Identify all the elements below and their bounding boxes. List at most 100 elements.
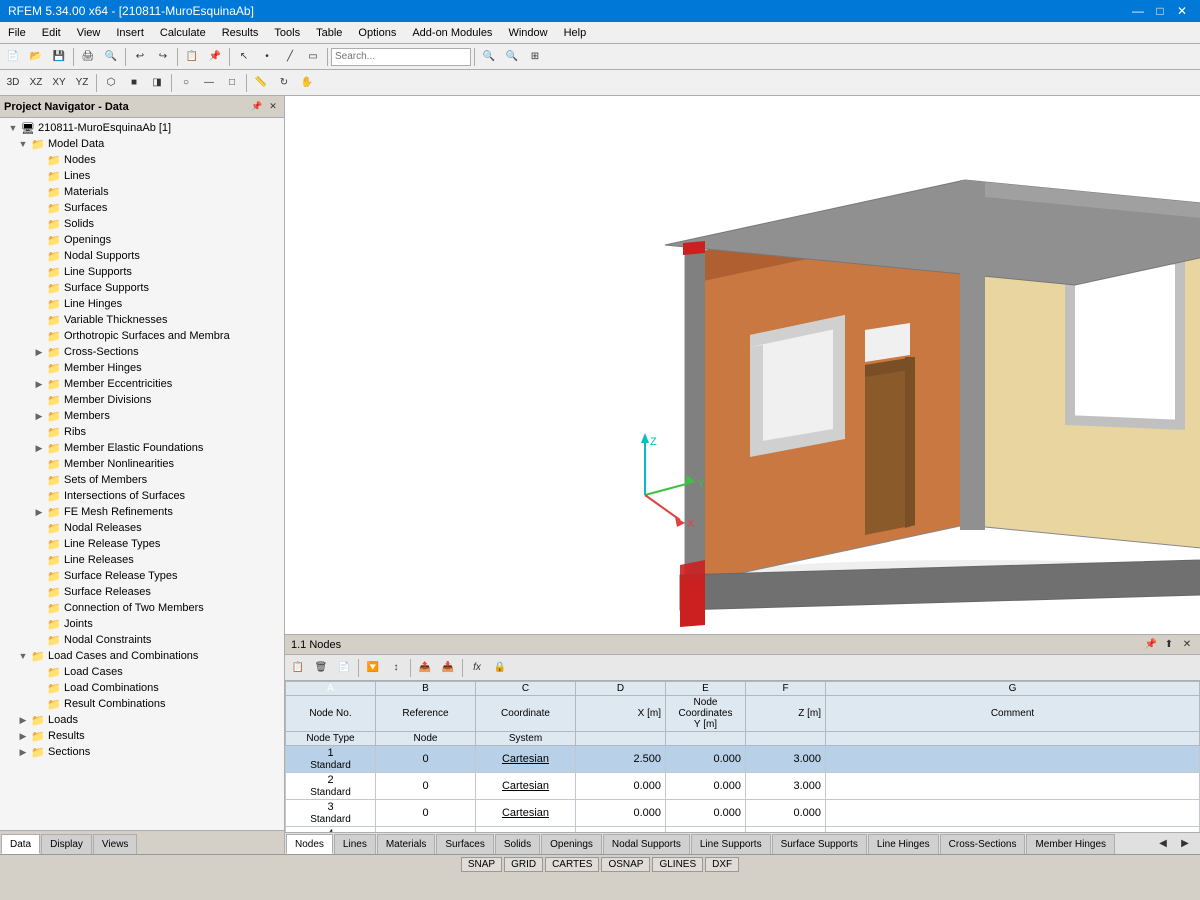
tab-solids[interactable]: Solids [495, 834, 540, 854]
model-data-toggle[interactable]: ▼ [16, 137, 30, 151]
maximize-button[interactable]: □ [1150, 2, 1170, 20]
new-btn[interactable]: 📄 [2, 46, 24, 68]
tree-surface-releases[interactable]: 📁 Surface Releases [0, 584, 284, 600]
tree-loads[interactable]: ▶ 📁 Loads [0, 712, 284, 728]
tree-sets-members[interactable]: 📁 Sets of Members [0, 472, 284, 488]
search-input[interactable] [331, 48, 471, 66]
line-btn[interactable]: ╱ [279, 46, 301, 68]
redo-btn[interactable]: ↪ [152, 46, 174, 68]
line-vis-btn[interactable]: — [198, 72, 220, 94]
tab-views[interactable]: Views [93, 834, 138, 854]
table-row[interactable]: 3Standard 0 Cartesian 0.000 0.000 0.000 [286, 800, 1200, 827]
loads-toggle[interactable]: ▶ [16, 713, 30, 727]
panel-close-btn[interactable]: ✕ [266, 100, 280, 114]
load-cases-toggle[interactable]: ▼ [16, 649, 30, 663]
tree-root[interactable]: ▼ 🖥 210811-MuroEsquinaAb [1] [0, 120, 284, 136]
table-row[interactable]: 2Standard 0 Cartesian 0.000 0.000 3.000 [286, 773, 1200, 800]
tree-members[interactable]: ▶ 📁 Members [0, 408, 284, 424]
tree-materials[interactable]: 📁 Materials [0, 184, 284, 200]
select-btn[interactable]: ↖ [233, 46, 255, 68]
tree-fe-mesh[interactable]: ▶ 📁 FE Mesh Refinements [0, 504, 284, 520]
tree-ribs[interactable]: 📁 Ribs [0, 424, 284, 440]
paste-btn[interactable]: 📌 [204, 46, 226, 68]
member-ecc-toggle[interactable]: ▶ [32, 377, 46, 391]
tree-line-supports[interactable]: 📁 Line Supports [0, 264, 284, 280]
status-grid[interactable]: GRID [504, 857, 543, 872]
minimize-button[interactable]: — [1128, 2, 1148, 20]
tree-load-cases[interactable]: 📁 Load Cases [0, 664, 284, 680]
menu-view[interactable]: View [69, 22, 109, 43]
status-cartes[interactable]: CARTES [545, 857, 599, 872]
tab-line-hinges[interactable]: Line Hinges [868, 834, 939, 854]
tree-member-elastic[interactable]: ▶ 📁 Member Elastic Foundations [0, 440, 284, 456]
tree-connection-two-members[interactable]: 📁 Connection of Two Members [0, 600, 284, 616]
rotate-btn[interactable]: ↻ [273, 72, 295, 94]
table-fx[interactable]: fx [466, 657, 488, 679]
table-lock[interactable]: 🔒 [489, 657, 511, 679]
status-dxf[interactable]: DXF [705, 857, 739, 872]
menu-edit[interactable]: Edit [34, 22, 69, 43]
tree-line-release-types[interactable]: 📁 Line Release Types [0, 536, 284, 552]
node-btn[interactable]: • [256, 46, 278, 68]
node-vis-btn[interactable]: ○ [175, 72, 197, 94]
tab-display[interactable]: Display [41, 834, 92, 854]
menu-calculate[interactable]: Calculate [152, 22, 214, 43]
tab-cross-sections[interactable]: Cross-Sections [940, 834, 1026, 854]
tree-line-hinges[interactable]: 📁 Line Hinges [0, 296, 284, 312]
table-row[interactable]: 1Standard 0 Cartesian 2.500 0.000 3.000 [286, 746, 1200, 773]
tree-nodal-releases[interactable]: 📁 Nodal Releases [0, 520, 284, 536]
table-sort[interactable]: ↕ [385, 657, 407, 679]
status-snap[interactable]: SNAP [461, 857, 502, 872]
view-xy-btn[interactable]: XY [48, 72, 70, 94]
tree-nodes[interactable]: 📁 Nodes [0, 152, 284, 168]
tree-line-releases[interactable]: 📁 Line Releases [0, 552, 284, 568]
tree-nodal-supports[interactable]: 📁 Nodal Supports [0, 248, 284, 264]
tree-surface-release-types[interactable]: 📁 Surface Release Types [0, 568, 284, 584]
tree-joints[interactable]: 📁 Joints [0, 616, 284, 632]
member-elastic-toggle[interactable]: ▶ [32, 441, 46, 455]
view-xz-btn[interactable]: XZ [25, 72, 47, 94]
tab-surfaces[interactable]: Surfaces [436, 834, 493, 854]
tab-surface-supports[interactable]: Surface Supports [772, 834, 867, 854]
pan-btn[interactable]: ✋ [296, 72, 318, 94]
tree-variable-thicknesses[interactable]: 📁 Variable Thicknesses [0, 312, 284, 328]
panel-pin-btn[interactable]: 📌 [250, 100, 264, 114]
tab-lines[interactable]: Lines [334, 834, 376, 854]
table-close-btn[interactable]: ✕ [1180, 638, 1194, 652]
menu-addons[interactable]: Add-on Modules [404, 22, 500, 43]
wire-btn[interactable]: ⬡ [100, 72, 122, 94]
tree-openings[interactable]: 📁 Openings [0, 232, 284, 248]
tree-surface-supports[interactable]: 📁 Surface Supports [0, 280, 284, 296]
table-export[interactable]: 📤 [414, 657, 436, 679]
solid-btn[interactable]: ■ [123, 72, 145, 94]
tab-nodes[interactable]: Nodes [286, 834, 333, 854]
menu-tools[interactable]: Tools [266, 22, 308, 43]
tab-openings[interactable]: Openings [541, 834, 602, 854]
tree-load-combinations[interactable]: 📁 Load Combinations [0, 680, 284, 696]
table-copy-row[interactable]: 📄 [333, 657, 355, 679]
results-toggle[interactable]: ▶ [16, 729, 30, 743]
zoom-in-btn[interactable]: 🔍 [478, 46, 500, 68]
surface-btn[interactable]: ▭ [302, 46, 324, 68]
tab-member-hinges[interactable]: Member Hinges [1026, 834, 1115, 854]
menu-options[interactable]: Options [350, 22, 404, 43]
tree-sections[interactable]: ▶ 📁 Sections [0, 744, 284, 760]
copy-btn[interactable]: 📋 [181, 46, 203, 68]
tab-nodal-supports[interactable]: Nodal Supports [603, 834, 690, 854]
view-3d-btn[interactable]: 3D [2, 72, 24, 94]
zoom-out-btn[interactable]: 🔍 [501, 46, 523, 68]
tree-results[interactable]: ▶ 📁 Results [0, 728, 284, 744]
table-float-btn[interactable]: ⬆ [1162, 638, 1176, 652]
tab-scroll-right[interactable]: ▶ [1174, 832, 1196, 854]
tree-nodal-constraints[interactable]: 📁 Nodal Constraints [0, 632, 284, 648]
tree-cross-sections[interactable]: ▶ 📁 Cross-Sections [0, 344, 284, 360]
menu-insert[interactable]: Insert [108, 22, 152, 43]
tree-member-eccentricities[interactable]: ▶ 📁 Member Eccentricities [0, 376, 284, 392]
menu-table[interactable]: Table [308, 22, 350, 43]
status-glines[interactable]: GLINES [652, 857, 703, 872]
table-filter[interactable]: 🔽 [362, 657, 384, 679]
surf-vis-btn[interactable]: □ [221, 72, 243, 94]
root-toggle[interactable]: ▼ [6, 121, 20, 135]
measure-btn[interactable]: 📏 [250, 72, 272, 94]
tree-model-data[interactable]: ▼ 📁 Model Data [0, 136, 284, 152]
